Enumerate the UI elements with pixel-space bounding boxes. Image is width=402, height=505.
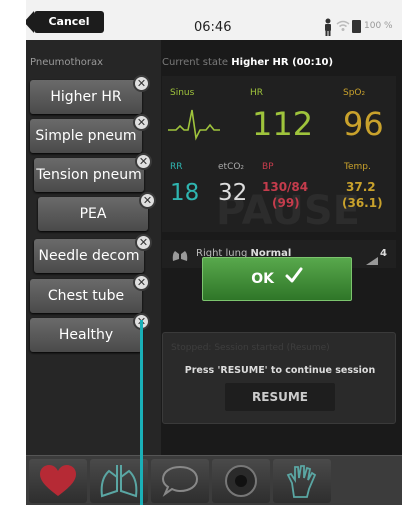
- session-message: Stopped: Session started (Resume): [171, 343, 330, 353]
- current-state: Current state Higher HR (00:10): [162, 57, 333, 68]
- current-state-value: Higher HR (00:10): [231, 57, 334, 68]
- sinus-label: Sinus: [170, 88, 195, 98]
- checkmark-icon: [285, 258, 303, 300]
- rr-label: RR: [170, 162, 183, 172]
- step-higher-hr[interactable]: Higher HR: [30, 80, 142, 114]
- bp-value: 130/84: [262, 180, 309, 194]
- vitals-monitor: Sinus HR 112 SpO₂ 96 PAUSE RR 18 etCO₂ 3…: [162, 76, 396, 234]
- glove-tab[interactable]: [273, 459, 331, 503]
- close-icon[interactable]: ✕: [133, 274, 150, 291]
- close-icon[interactable]: ✕: [139, 192, 156, 209]
- close-icon[interactable]: ✕: [133, 114, 150, 131]
- etco2-value: 32: [218, 180, 248, 206]
- wifi-icon: [336, 20, 352, 32]
- bp-label: BP: [262, 162, 274, 172]
- lungs-icon: [172, 247, 188, 266]
- speaker-tab[interactable]: [212, 459, 270, 503]
- etco2-label: etCO₂: [218, 162, 245, 172]
- step-healthy[interactable]: Healthy: [30, 318, 142, 352]
- signal-icon: [366, 250, 378, 269]
- scenario-label: Pneumothorax: [30, 57, 104, 68]
- close-icon[interactable]: ✕: [135, 234, 152, 251]
- close-icon[interactable]: ✕: [135, 153, 152, 170]
- spo2-value: 96: [343, 105, 384, 143]
- hr-value: 112: [252, 105, 314, 143]
- step-chest-tube[interactable]: Chest tube: [30, 279, 142, 313]
- cancel-button[interactable]: Cancel: [26, 11, 104, 33]
- person-icon: [323, 18, 333, 36]
- current-state-label: Current state: [162, 57, 229, 68]
- temp-label: Temp.: [344, 162, 371, 172]
- ok-label: OK: [251, 271, 274, 287]
- lung-level: 4: [380, 248, 387, 259]
- clock: 06:46: [194, 20, 232, 35]
- session-info-box: Stopped: Session started (Resume) Press …: [162, 332, 396, 424]
- temp-value: 37.2: [346, 180, 376, 194]
- bp-mean: (99): [272, 196, 300, 210]
- resume-prompt: Press 'RESUME' to continue session: [184, 365, 376, 376]
- bottom-toolbar: [26, 455, 402, 505]
- spo2-label: SpO₂: [343, 88, 366, 98]
- temp-sub: (36.1): [342, 196, 383, 210]
- heart-tab[interactable]: [29, 459, 87, 503]
- callout-line-bottom: [140, 320, 143, 505]
- step-tension-pneum[interactable]: Tension pneum: [34, 158, 144, 192]
- step-needle-decom[interactable]: Needle decom: [34, 239, 144, 273]
- app-screen: Cancel 06:46 100 % Pneumothorax Higher H…: [26, 0, 402, 505]
- resume-button[interactable]: RESUME: [225, 383, 335, 411]
- battery-percent: 100 %: [364, 21, 393, 31]
- ok-button[interactable]: OK: [202, 257, 352, 301]
- step-simple-pneum[interactable]: Simple pneum: [30, 119, 142, 153]
- rr-value: 18: [170, 180, 200, 206]
- battery-icon: [352, 20, 361, 33]
- hr-label: HR: [250, 88, 264, 98]
- speech-tab[interactable]: [151, 459, 209, 503]
- close-icon[interactable]: ✕: [133, 75, 150, 92]
- ecg-waveform: [168, 106, 220, 146]
- step-pea[interactable]: PEA: [38, 197, 148, 231]
